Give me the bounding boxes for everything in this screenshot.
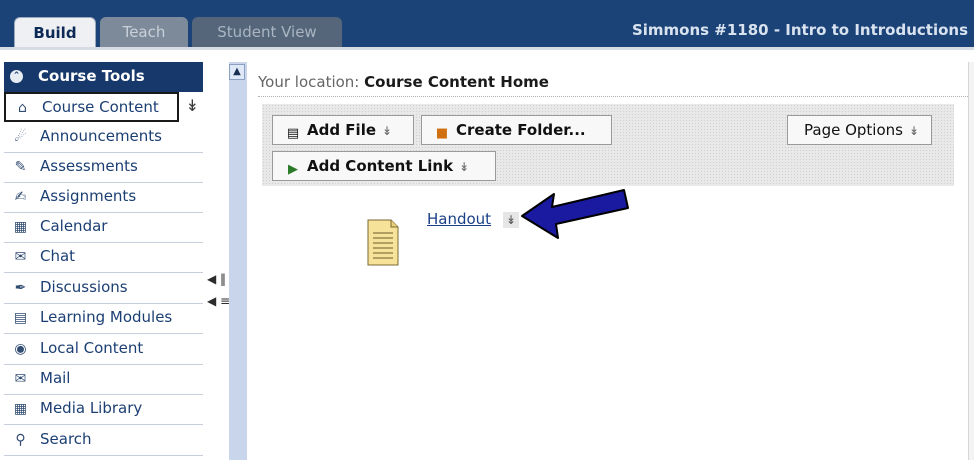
sidebar-item-label: Course Content <box>42 98 159 116</box>
modules-icon: ▤ <box>13 310 28 326</box>
top-bar: Build Teach Student View Simmons #1180 -… <box>0 0 974 50</box>
chat-icon: ✉ <box>14 249 27 265</box>
add-content-link-button[interactable]: ▶ Add Content Link ↡ <box>272 151 496 181</box>
page-options-button[interactable]: Page Options ↡ <box>787 115 932 145</box>
main-content: Your location: Course Content Home ▤ Add … <box>248 62 974 460</box>
sidebar-item-label: Announcements <box>40 127 162 145</box>
resize-handle[interactable]: ◀ ‖ ◀ ≡ <box>207 268 230 312</box>
cd-icon: ◉ <box>14 341 27 357</box>
chevron-down-icon: ↡ <box>382 124 393 138</box>
mail-icon: ✉ <box>14 371 27 387</box>
sidebar-item-label: Media Library <box>40 399 143 417</box>
sidebar-gutter <box>204 62 228 460</box>
chevron-down-icon[interactable]: ↡ <box>186 96 199 115</box>
sidebar-item-label: Learning Modules <box>40 308 173 326</box>
sidebar-item-learning-modules[interactable]: ▤ Learning Modules <box>4 304 203 334</box>
sidebar-item-local-content[interactable]: ◉ Local Content <box>4 335 203 365</box>
sidebar-item-assignments[interactable]: ✍ Assignments <box>4 183 203 213</box>
search-icon: ⚲ <box>15 432 26 448</box>
create-folder-label: Create Folder... <box>456 121 586 139</box>
folder-icon: ■ <box>435 126 449 141</box>
megaphone-icon: ☄ <box>14 129 27 145</box>
divider <box>258 96 974 97</box>
sidebar-item-media-library[interactable]: ▦ Media Library <box>4 395 203 425</box>
sidebar-item-search[interactable]: ⚲ Search <box>4 426 203 456</box>
course-tools-header[interactable]: ⌃ Course Tools <box>4 62 203 92</box>
tab-build[interactable]: Build <box>14 17 96 47</box>
breadcrumb: Your location: Course Content Home <box>258 73 549 91</box>
sidebar-item-label: Search <box>40 430 92 448</box>
course-title: Simmons #1180 - Intro to Introductions <box>631 21 968 39</box>
add-file-label: Add File <box>307 121 377 139</box>
main-scrollbar[interactable] <box>968 62 974 460</box>
chevron-down-icon: ↡ <box>908 124 920 138</box>
handout-link[interactable]: Handout <box>427 210 491 228</box>
sidebar-item-chat[interactable]: ✉ Chat <box>4 243 203 273</box>
sidebar-item-course-content[interactable]: ⌂ Course Content ↡ <box>4 92 199 122</box>
add-file-button[interactable]: ▤ Add File ↡ <box>272 115 414 145</box>
collapse-icon[interactable]: ⌃ <box>10 70 23 83</box>
chevron-down-icon: ↡ <box>459 160 470 174</box>
sidebar-item-label: Assignments <box>40 187 137 205</box>
sidebar-item-calendar[interactable]: ▦ Calendar <box>4 213 203 243</box>
assignment-icon: ✍ <box>14 189 27 205</box>
page-options-label: Page Options <box>804 121 903 139</box>
location-value: Course Content Home <box>364 73 549 91</box>
chevron-down-icon[interactable]: ↡ <box>503 212 519 228</box>
sidebar-item-label: Assessments <box>40 157 138 175</box>
content-toolbar: ▤ Add File ↡ ■ Create Folder... Page Option… <box>262 104 954 186</box>
assessment-icon: ✎ <box>14 159 27 175</box>
sidebar-item-announcements[interactable]: ☄ Announcements <box>4 123 203 153</box>
sidebar-scrollbar[interactable] <box>229 62 247 460</box>
sidebar-item-assessments[interactable]: ✎ Assessments <box>4 153 203 183</box>
scroll-up-icon[interactable]: ▲ <box>229 64 245 80</box>
tab-underline <box>0 47 974 50</box>
discussion-icon: ✒ <box>14 280 27 296</box>
sidebar-item-label: Discussions <box>40 278 128 296</box>
sidebar-item-discussions[interactable]: ✒ Discussions <box>4 274 203 304</box>
course-tools-title: Course Tools <box>38 67 145 85</box>
link-icon: ▶ <box>288 162 298 177</box>
arrow-pointer-icon <box>521 189 629 239</box>
tab-teach[interactable]: Teach <box>100 17 188 47</box>
document-icon[interactable] <box>367 219 399 266</box>
sidebar-item-label: Local Content <box>40 339 144 357</box>
calendar-icon: ▦ <box>13 219 28 235</box>
sidebar-item-label: Calendar <box>40 217 108 235</box>
create-folder-button[interactable]: ■ Create Folder... <box>421 115 612 145</box>
tab-student-view[interactable]: Student View <box>192 17 342 47</box>
location-prefix: Your location: <box>258 73 360 91</box>
sidebar-item-label: Mail <box>40 369 71 387</box>
course-tools-sidebar: ⌃ Course Tools ⌂ Course Content ↡ ☄ Anno… <box>4 62 203 460</box>
media-icon: ▦ <box>13 401 28 417</box>
home-icon: ⌂ <box>18 100 27 116</box>
sidebar-item-mail[interactable]: ✉ Mail <box>4 365 203 395</box>
add-content-link-label: Add Content Link <box>307 157 454 175</box>
sidebar-item-label: Chat <box>40 247 76 265</box>
file-icon: ▤ <box>286 126 300 141</box>
